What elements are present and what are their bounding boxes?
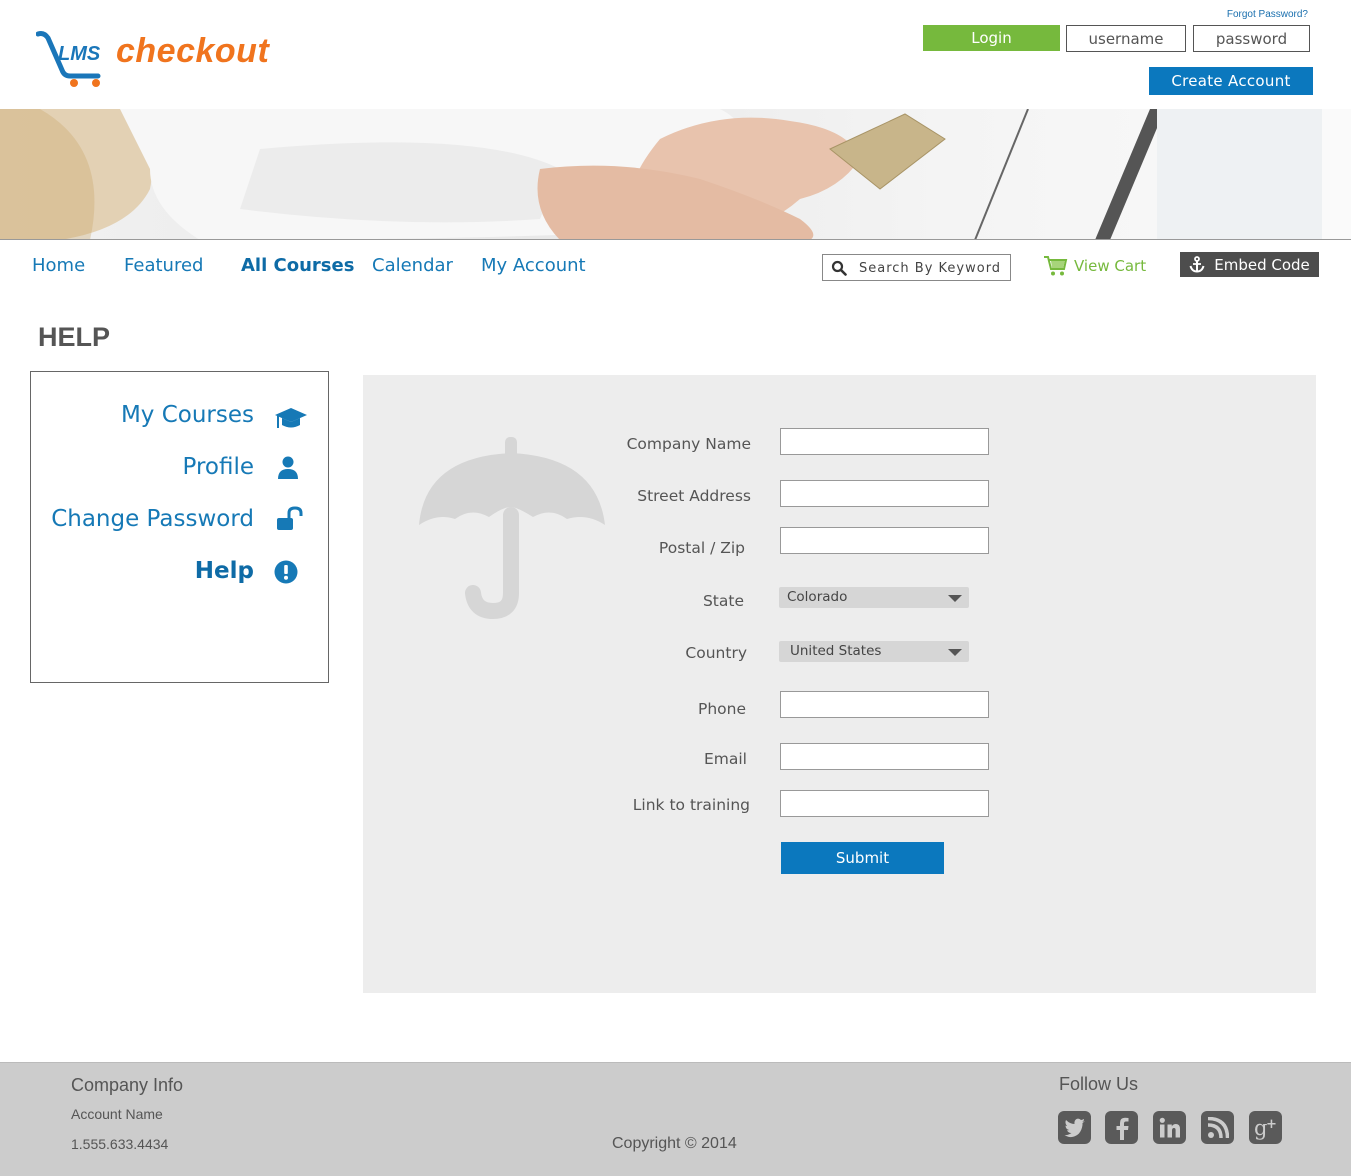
- help-side-menu: My Courses Profile Change Password Help: [30, 371, 329, 683]
- logo-text: checkout: [116, 32, 270, 70]
- phone-text: 1.555.633.4434: [71, 1136, 169, 1152]
- search-box[interactable]: [822, 254, 1011, 281]
- cart-logo-icon: LMS: [36, 31, 101, 87]
- postal-zip-input[interactable]: [780, 527, 989, 554]
- email-input[interactable]: [780, 743, 989, 770]
- country-select[interactable]: United States: [779, 641, 969, 662]
- account-name-text: Account Name: [71, 1106, 163, 1122]
- state-select-value: Colorado: [787, 589, 848, 605]
- copyright-text: Copyright © 2014: [612, 1135, 737, 1152]
- country-label: Country: [685, 644, 747, 662]
- help-form-panel: Company Name Street Address Postal / Zip…: [363, 375, 1316, 993]
- exclamation-circle-icon[interactable]: [274, 560, 298, 584]
- hero-banner: [0, 109, 1351, 240]
- shopping-cart-icon: [1044, 256, 1068, 276]
- anchor-icon: [1189, 256, 1205, 273]
- street-address-label: Street Address: [637, 487, 751, 505]
- umbrella-icon: [419, 437, 605, 620]
- nav-all-courses[interactable]: All Courses: [241, 255, 354, 276]
- side-item-profile[interactable]: Profile: [182, 454, 254, 480]
- twitter-icon[interactable]: [1058, 1111, 1091, 1144]
- link-to-training-label: Link to training: [632, 796, 750, 814]
- state-label: State: [702, 592, 744, 610]
- side-item-my-courses[interactable]: My Courses: [121, 402, 254, 428]
- phone-input[interactable]: [780, 691, 989, 718]
- search-icon: [831, 260, 847, 276]
- nav-my-account[interactable]: My Account: [481, 255, 586, 276]
- page-title: HELP: [38, 322, 111, 352]
- username-input[interactable]: [1066, 25, 1186, 52]
- country-select-value: United States: [790, 643, 882, 659]
- search-input[interactable]: [859, 257, 1007, 279]
- embed-code-button[interactable]: Embed Code: [1180, 252, 1319, 277]
- postal-zip-label: Postal / Zip: [658, 539, 745, 557]
- nav-calendar[interactable]: Calendar: [372, 255, 453, 276]
- street-address-input[interactable]: [780, 480, 989, 507]
- password-input[interactable]: [1193, 25, 1310, 52]
- embed-code-label: Embed Code: [1214, 255, 1310, 274]
- state-select[interactable]: Colorado: [779, 587, 969, 608]
- side-item-change-password[interactable]: Change Password: [51, 506, 254, 532]
- link-to-training-input[interactable]: [780, 790, 989, 817]
- email-label: Email: [703, 750, 747, 768]
- chevron-down-icon: [948, 595, 962, 602]
- nav-featured[interactable]: Featured: [124, 255, 203, 276]
- chevron-down-icon: [948, 649, 962, 656]
- company-name-input[interactable]: [780, 428, 989, 455]
- facebook-icon[interactable]: [1105, 1111, 1138, 1144]
- google-plus-icon[interactable]: g +: [1249, 1111, 1282, 1144]
- side-item-help[interactable]: Help: [195, 558, 254, 584]
- view-cart-link[interactable]: View Cart: [1043, 254, 1146, 278]
- footer: Company Info Account Name 1.555.633.4434…: [0, 1062, 1351, 1176]
- login-button[interactable]: Login: [923, 25, 1060, 51]
- banner-image: [0, 109, 1322, 239]
- create-account-button[interactable]: Create Account: [1149, 67, 1313, 95]
- svg-text:+: +: [1266, 1117, 1277, 1132]
- phone-label: Phone: [697, 700, 746, 718]
- company-info-heading: Company Info: [71, 1075, 184, 1095]
- follow-us-heading: Follow Us: [1059, 1074, 1139, 1094]
- submit-button[interactable]: Submit: [781, 842, 944, 874]
- graduation-cap-icon[interactable]: [274, 406, 308, 432]
- linkedin-icon[interactable]: [1153, 1111, 1186, 1144]
- logo-mark: LMS: [58, 43, 101, 65]
- company-name-label: Company Name: [626, 435, 751, 453]
- forgot-password-link[interactable]: Forgot Password?: [1227, 9, 1308, 20]
- view-cart-label: View Cart: [1074, 257, 1147, 275]
- rss-icon[interactable]: [1201, 1111, 1234, 1144]
- unlock-icon[interactable]: [276, 506, 304, 532]
- nav-home[interactable]: Home: [32, 255, 85, 276]
- user-icon[interactable]: [277, 456, 299, 480]
- logo[interactable]: LMS checkout: [36, 30, 296, 90]
